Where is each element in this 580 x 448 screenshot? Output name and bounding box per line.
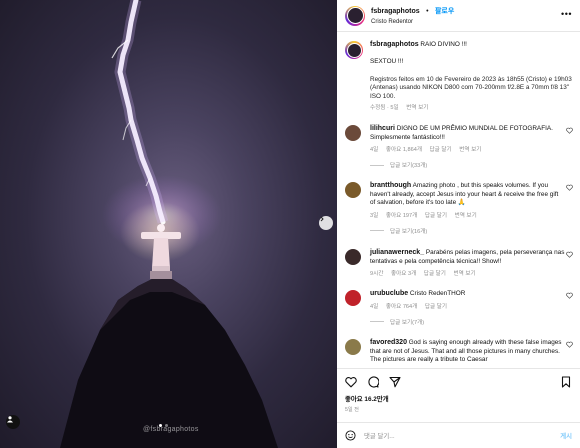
like-count[interactable]: 좋아요 16.2만개 [345,394,572,403]
author-avatar[interactable] [345,5,365,26]
photo-watermark: @fsbragaphotos [143,426,199,433]
comment-time: 9시간 [370,271,384,278]
post-location[interactable]: Cristo Redentor [371,17,454,27]
post-caption: fsbragaphotos RAIO DIVINO !!! SEXTOU !!!… [345,41,573,111]
comment-time: 4일 [370,303,379,310]
comment-likes[interactable]: 좋아요 764개 [386,304,417,310]
pray-emoji-icon: 🙏 [457,199,466,207]
comment-username[interactable]: brantthough [370,182,411,189]
post-actions: 좋아요 16.2만개 5일 전 [337,368,580,413]
comment-time: 3일 [370,212,379,219]
comment-avatar[interactable] [345,290,361,306]
comment-likes[interactable]: 좋아요 3개 [391,271,416,277]
heart-icon[interactable] [566,292,573,299]
comment-likes[interactable]: 좋아요 197개 [386,213,417,219]
comments-list[interactable]: fsbragaphotos RAIO DIVINO !!! SEXTOU !!!… [337,33,580,368]
comment-username[interactable]: lilihcuri [370,125,395,132]
comment-reply-button[interactable]: 답글 달기 [424,271,446,277]
view-replies[interactable]: 답글 보기(7개) [370,318,573,326]
comment-text: Cristo RedenTHOR [409,290,466,297]
instagram-post-modal: @fsbragaphotos fsbragaphotos • 팔로우 Crist [0,0,580,448]
comment-time: 4일 [370,147,379,154]
comment-reply-button[interactable]: 답글 달기 [425,304,447,310]
comment-translate[interactable]: 번역 보기 [454,271,476,277]
comment-reply-button[interactable]: 답글 달기 [425,213,447,219]
comment-item: urubuclube Cristo RedenTHOR 4일 좋아요 764개 … [345,290,573,326]
view-replies[interactable]: 답글 보기(33개) [370,161,573,169]
caption-line-1: SEXTOU !!! [370,58,404,66]
caption-translate[interactable]: 번역 보기 [406,105,428,111]
caption-avatar[interactable] [345,41,363,59]
caption-title: RAIO DIVINO !!! [420,41,467,48]
caption-line-2: Registros feitos em 10 de Fevereiro de 2… [370,75,572,100]
comment-avatar[interactable] [345,249,361,265]
comment-reply-button[interactable]: 답글 달기 [430,147,452,153]
more-icon[interactable]: ••• [561,9,572,19]
heart-icon[interactable] [566,341,573,348]
post-date: 5일 전 [345,407,359,413]
next-photo-button[interactable] [319,216,333,230]
view-replies[interactable]: 답글 보기(16개) [370,227,573,235]
comment-item: lilihcuri DIGNO DE UM PRÊMIO MUNDIAL DE … [345,125,573,169]
bookmark-icon[interactable] [560,376,572,388]
post-photo[interactable]: @fsbragaphotos [0,0,337,448]
next-arrow-icon [320,216,324,222]
lightning-christ-photo [60,0,278,448]
comment-avatar[interactable] [345,339,361,355]
comment-item: brantthough Amazing photo , but this spe… [345,182,573,235]
tagged-users-button[interactable] [6,415,20,429]
corcovado-mountain [60,279,278,448]
comment-username[interactable]: julianawerneck_ [370,249,424,256]
comment-username[interactable]: urubuclube [370,290,408,297]
emoji-icon[interactable] [345,430,356,441]
comment-username[interactable]: favored320 [370,339,407,346]
caption-username[interactable]: fsbragaphotos [370,41,419,48]
user-tag-icon [7,416,13,423]
post-comment-button[interactable]: 게시 [560,431,572,440]
share-icon[interactable] [389,376,401,388]
heart-icon[interactable] [566,251,573,258]
heart-icon[interactable] [345,376,357,388]
comment-likes[interactable]: 좋아요 1,864개 [386,147,422,153]
post-header: fsbragaphotos • 팔로우 Cristo Redentor ••• [337,0,580,32]
comment-avatar[interactable] [345,182,361,198]
comment-translate[interactable]: 번역 보기 [459,147,481,153]
add-comment-bar: 댓글 달기... 게시 [337,422,580,448]
comment-input[interactable]: 댓글 달기... [364,431,395,440]
comment-icon[interactable] [367,376,379,388]
comment-text: DIGNO DE UM PRÊMIO MUNDIAL DE FOTOGRAFIA… [370,125,553,141]
comment-translate[interactable]: 번역 보기 [455,213,477,219]
author-username[interactable]: fsbragaphotos [371,8,420,15]
heart-icon[interactable] [566,184,573,191]
follow-button[interactable]: 팔로우 [435,8,454,15]
post-side-panel: fsbragaphotos • 팔로우 Cristo Redentor ••• … [337,0,580,448]
caption-edited: 수정됨 · 5일 [370,105,399,112]
comment-item: favored320 God is saying enough already … [345,339,573,365]
heart-icon[interactable] [566,127,573,134]
comment-avatar[interactable] [345,125,361,141]
comment-item: julianawerneck_ Parabéns pelas imagens, … [345,249,573,277]
